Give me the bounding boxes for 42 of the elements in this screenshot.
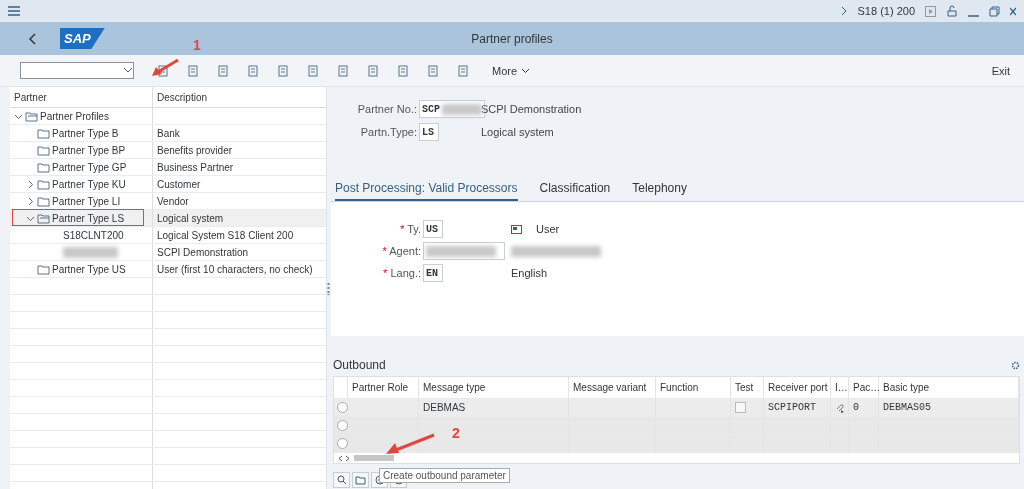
field-label: Lang.:	[390, 267, 421, 279]
field-label: Ty.	[407, 223, 421, 235]
column-header: I…	[831, 377, 849, 398]
tree-description: Logical System S18 Client 200	[157, 229, 294, 241]
required-mark: *	[383, 267, 388, 279]
field-label: Partner No.:	[356, 103, 418, 115]
annotation-number: 1	[193, 37, 201, 53]
field-label: Partn.Type:	[359, 126, 418, 138]
page-title: Partner profiles	[471, 31, 553, 46]
column-header: Function	[656, 377, 731, 398]
table-cell: SCPIPORT	[768, 402, 816, 413]
column-header: Pac…	[849, 377, 879, 398]
required-mark: *	[400, 223, 405, 235]
required-mark: *	[382, 245, 387, 257]
table-cell: DEBMAS	[423, 402, 466, 413]
column-header: Receiver port	[764, 377, 831, 398]
section-title: Outbound	[333, 358, 386, 372]
column-header: Message type	[419, 377, 569, 398]
column-header: Test	[731, 377, 764, 398]
field-label: Agent:	[389, 245, 421, 257]
tree-description: SCPI Demonstration	[157, 246, 249, 258]
sap-logo: SAP	[60, 28, 105, 49]
system-info: S18 (1) 200	[857, 5, 915, 17]
tree-description: User (first 10 characters, no check)	[157, 263, 313, 275]
tree-description: Bank	[157, 127, 180, 139]
field-description: Logical system	[480, 126, 555, 138]
tree-description: Vendor	[157, 195, 189, 207]
annotation-number: 2	[452, 425, 460, 441]
column-header: Partner	[14, 91, 47, 103]
column-header: Message variant	[569, 377, 656, 398]
field-description: English	[510, 267, 549, 279]
tree-description: Benefits provider	[157, 144, 233, 156]
tree-description: Customer	[157, 178, 201, 190]
column-header: Basic type	[879, 377, 1019, 398]
table-cell: DEBMAS05	[883, 402, 931, 413]
column-header: Description	[157, 91, 208, 103]
tree-description: Business Partner	[157, 161, 234, 173]
table-cell: 0	[853, 402, 859, 413]
column-header: Partner Role	[348, 377, 419, 398]
field-description: User	[536, 223, 560, 235]
tree-description: Logical system	[157, 212, 224, 224]
tooltip: Create outbound parameter	[379, 468, 510, 483]
